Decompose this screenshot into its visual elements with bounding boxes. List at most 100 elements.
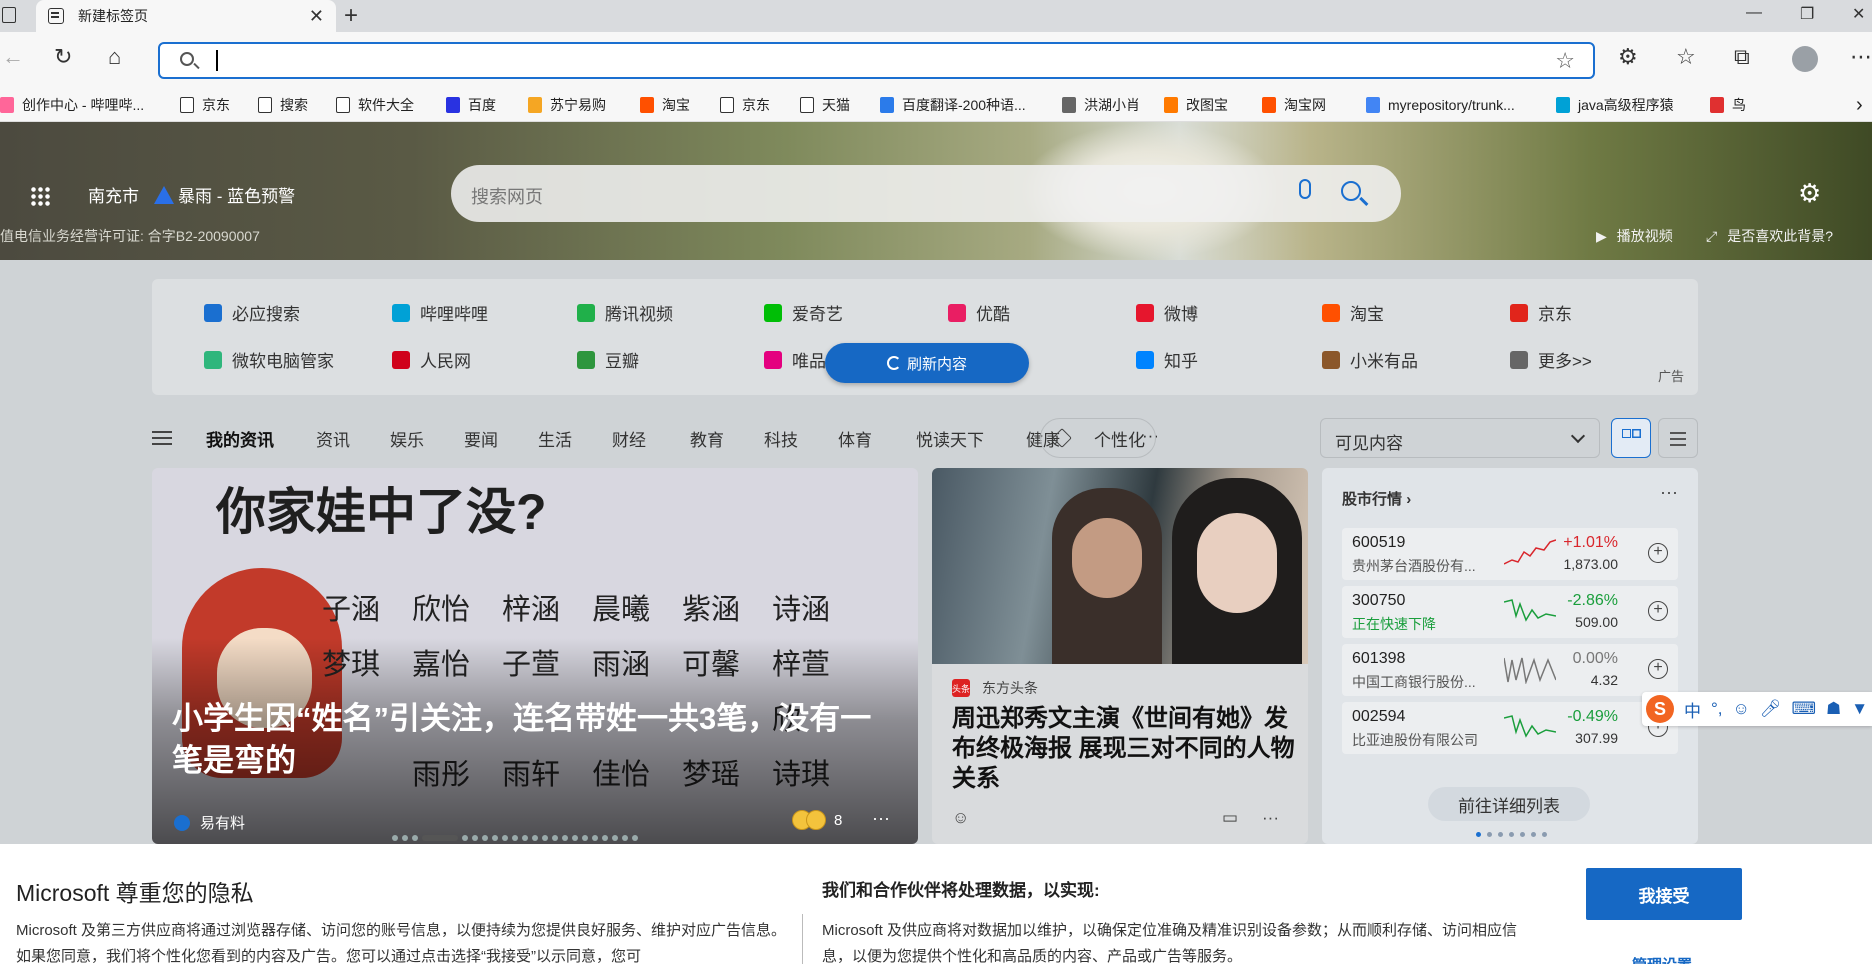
address-input[interactable] [220, 50, 1520, 72]
pager-dot[interactable] [602, 835, 608, 841]
stock-more-button[interactable]: ··· [1660, 482, 1678, 503]
bookmark-item[interactable]: 京东 [720, 94, 770, 116]
pager-dot[interactable] [512, 835, 518, 841]
profile-avatar[interactable] [1792, 46, 1818, 72]
ime-punctuation[interactable]: °, [1711, 699, 1723, 719]
news-tab[interactable]: 财经 [612, 426, 646, 451]
news-source[interactable]: 头条 东方头条 [952, 678, 1038, 698]
quick-link[interactable]: 腾讯视频 [577, 300, 673, 325]
new-tab-button[interactable]: + [344, 2, 358, 30]
stock-header[interactable]: 股市行情 › [1342, 488, 1411, 509]
quick-link[interactable]: 唯品 [764, 347, 826, 372]
address-bar[interactable]: ☆ [158, 42, 1595, 79]
news-tab[interactable]: 生活 [538, 426, 572, 451]
home-icon[interactable]: ⌂ [108, 44, 121, 70]
keyboard-icon[interactable]: ⌨ [1791, 699, 1816, 719]
pager-dot[interactable] [412, 835, 418, 841]
bookmark-item[interactable]: 软件大全 [336, 94, 414, 116]
quick-link[interactable]: 豆瓣 [577, 347, 639, 372]
view-details-button[interactable]: 前往详细列表 [1428, 787, 1590, 821]
quick-link[interactable]: 必应搜索 [204, 300, 300, 325]
refresh-content-button[interactable]: 刷新内容 [825, 343, 1029, 383]
play-video-button[interactable]: ▶ 播放视频 [1596, 226, 1673, 246]
bookmark-item[interactable]: 洪湖小肖 [1062, 94, 1140, 116]
pager-dot[interactable] [592, 835, 598, 841]
bookmark-item[interactable]: 京东 [180, 94, 230, 116]
pager-dot[interactable] [462, 835, 468, 841]
news-tab[interactable]: 教育 [690, 426, 724, 451]
news-tab[interactable]: 娱乐 [390, 426, 424, 451]
quick-link[interactable]: 京东 [1510, 300, 1572, 325]
web-search-box[interactable]: 搜索网页 [451, 165, 1401, 222]
tab-actions-icon[interactable] [2, 7, 16, 23]
pager-dot[interactable] [402, 835, 408, 841]
pager-dot[interactable] [552, 835, 558, 841]
main-headline[interactable]: 小学生因“姓名”引关注，连名带姓一共3笔，没有一笔是弯的 [172, 698, 892, 782]
bookmark-item[interactable]: 改图宝 [1164, 94, 1228, 116]
bookmark-icon[interactable]: ▭ [1222, 808, 1238, 828]
microphone-icon[interactable] [1299, 179, 1311, 199]
news-title[interactable]: 周迅郑秀文主演《世间有她》发布终极海报 展现三对不同的人物关系 [952, 704, 1298, 794]
stock-row[interactable]: 002594比亚迪股份有限公司-0.49%307.99+ [1342, 702, 1678, 754]
pager-dot[interactable] [622, 835, 628, 841]
list-view-button[interactable] [1658, 418, 1698, 458]
microphone-icon[interactable]: 🎤︎ [1760, 699, 1782, 719]
grid-view-button[interactable] [1611, 418, 1651, 458]
quick-link[interactable]: 淘宝 [1322, 300, 1384, 325]
news-tab[interactable]: 科技 [764, 426, 798, 451]
add-stock-icon[interactable]: + [1648, 601, 1668, 621]
pager-dot[interactable] [492, 835, 498, 841]
quick-link[interactable]: 小米有品 [1322, 347, 1418, 372]
reactions[interactable]: 8 [792, 810, 842, 830]
bookmark-item[interactable]: 创作中心 - 哔哩哔... [0, 94, 144, 116]
stock-row[interactable]: 601398 中国工商银行股份... 0.00% 4.32 + [1342, 644, 1678, 696]
pager-dot[interactable] [482, 835, 488, 841]
pager-dot[interactable] [562, 835, 568, 841]
pager-dot[interactable] [1476, 832, 1481, 837]
pager-dot[interactable] [522, 835, 528, 841]
bookmark-item[interactable]: 苏宁易购 [528, 94, 606, 116]
quick-link[interactable]: 人民网 [392, 347, 471, 372]
pager-dot[interactable] [502, 835, 508, 841]
quick-link[interactable]: 知乎 [1136, 347, 1198, 372]
pager-dot[interactable] [392, 835, 398, 841]
menu-icon[interactable] [152, 431, 172, 433]
page-settings-icon[interactable]: ⚙ [1798, 178, 1821, 209]
quick-link[interactable]: 微博 [1136, 300, 1198, 325]
bookmark-item[interactable]: myrepository/trunk... [1366, 94, 1515, 116]
bookmarks-overflow-icon[interactable]: › [1856, 94, 1863, 116]
weather-city[interactable]: 南充市 [88, 182, 139, 207]
sogou-logo-icon[interactable]: S [1646, 695, 1674, 723]
bookmark-item[interactable]: 鸟 [1710, 94, 1746, 116]
pager-dot[interactable] [1498, 832, 1503, 837]
emoji-icon[interactable]: ☺ [1733, 699, 1750, 719]
skin-icon[interactable]: ▼ [1851, 699, 1868, 719]
pager-dot[interactable] [1509, 832, 1514, 837]
pager-dot[interactable] [1487, 832, 1492, 837]
quick-link[interactable]: 微软电脑管家 [204, 347, 334, 372]
main-source[interactable]: 易有料 [174, 812, 245, 833]
refresh-icon[interactable]: ↻ [54, 44, 72, 70]
news-tab[interactable]: 要闻 [464, 426, 498, 451]
add-stock-icon[interactable]: + [1648, 543, 1668, 563]
news-tab[interactable]: 体育 [838, 426, 872, 451]
add-reaction-icon[interactable]: ☺ [952, 808, 969, 828]
quick-link[interactable]: 更多>> [1510, 347, 1592, 372]
close-window-button[interactable]: ✕ [1852, 4, 1865, 24]
pager-dot[interactable] [582, 835, 588, 841]
back-icon[interactable]: ← [2, 44, 24, 70]
pager-dot[interactable] [1531, 832, 1536, 837]
add-stock-icon[interactable]: + [1648, 659, 1668, 679]
bookmark-item[interactable]: java高级程序猿 [1556, 94, 1674, 116]
quick-link[interactable]: 优酷 [948, 300, 1010, 325]
pager-dot[interactable] [1542, 832, 1547, 837]
news-tab[interactable]: 悦读天下 [916, 426, 984, 451]
manage-settings-link[interactable]: 管理设置 [1632, 954, 1692, 964]
extensions-icon[interactable]: ⚙ [1618, 44, 1638, 70]
bookmark-item[interactable]: 淘宝 [640, 94, 690, 116]
add-favorite-icon[interactable]: ☆ [1555, 48, 1575, 74]
pager-dot[interactable] [572, 835, 578, 841]
pager-dot[interactable] [472, 835, 478, 841]
news-card-more-button[interactable]: ··· [1262, 808, 1279, 828]
collections-icon[interactable]: ⧉ [1734, 44, 1750, 70]
